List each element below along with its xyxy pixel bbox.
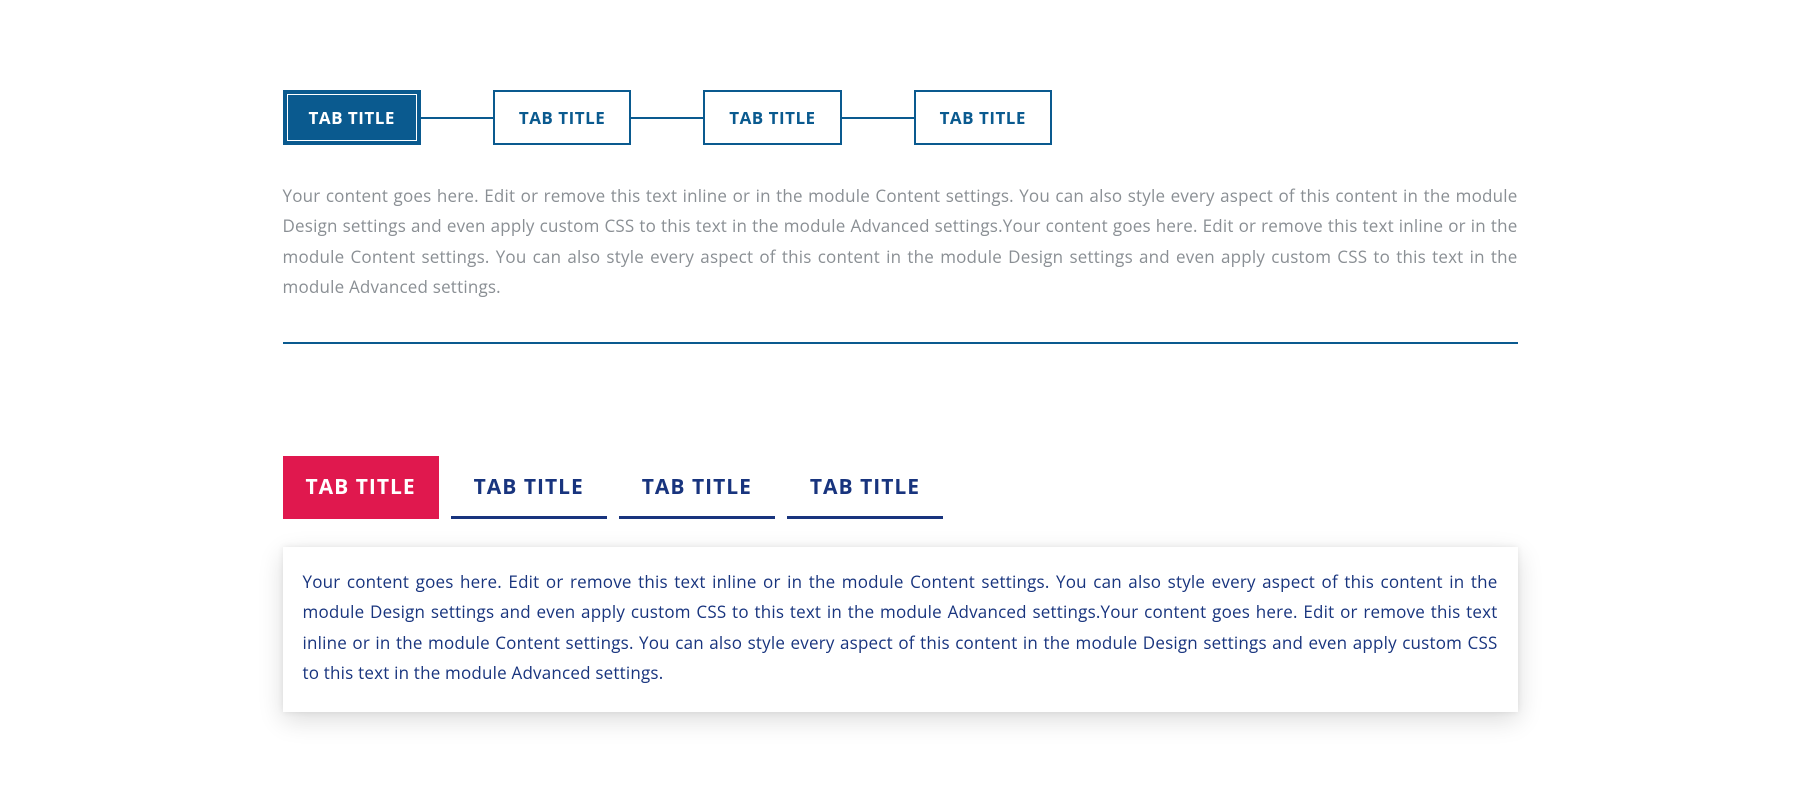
tab-content-panel-2: Your content goes here. Edit or remove t… (283, 547, 1518, 712)
section-divider (283, 342, 1518, 344)
tab-1[interactable]: TAB TITLE (283, 456, 439, 519)
tab-connector (842, 117, 914, 119)
tab-3[interactable]: TAB TITLE (703, 90, 841, 145)
tab-connector (631, 117, 703, 119)
tab-4[interactable]: TAB TITLE (787, 456, 943, 519)
tab-connector (421, 117, 493, 119)
tab-content-text-2: Your content goes here. Edit or remove t… (303, 567, 1498, 688)
tab-2[interactable]: TAB TITLE (451, 456, 607, 519)
tab-row-boxes: TAB TITLE TAB TITLE TAB TITLE TAB TITLE (283, 90, 1518, 145)
tab-3[interactable]: TAB TITLE (619, 456, 775, 519)
tab-content-text-1: Your content goes here. Edit or remove t… (283, 181, 1518, 302)
tab-4[interactable]: TAB TITLE (914, 90, 1052, 145)
tab-1[interactable]: TAB TITLE (283, 90, 421, 145)
tab-2[interactable]: TAB TITLE (493, 90, 631, 145)
tab-row-underline: TAB TITLE TAB TITLE TAB TITLE TAB TITLE (283, 456, 1518, 519)
page-container: TAB TITLE TAB TITLE TAB TITLE TAB TITLE … (283, 90, 1518, 712)
